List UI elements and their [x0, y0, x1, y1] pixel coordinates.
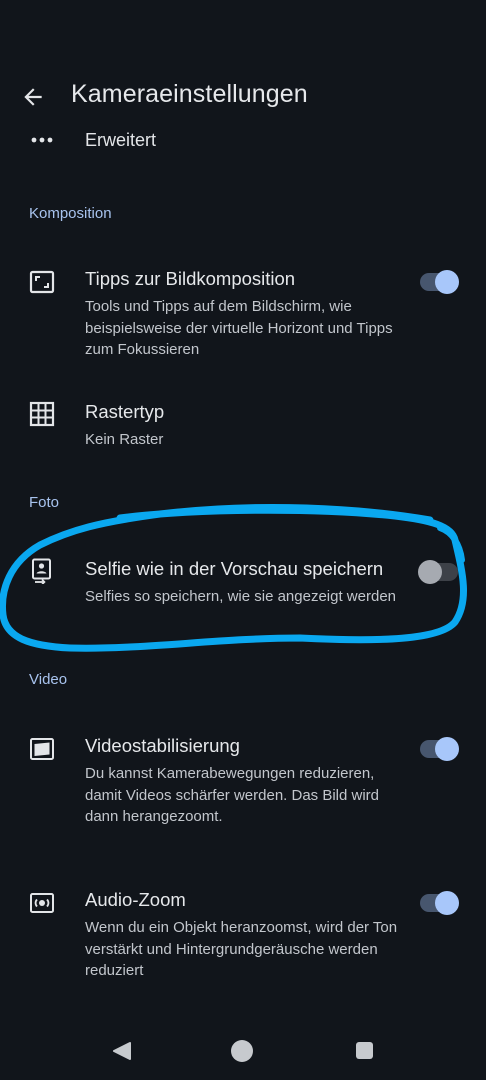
setting-title: Tipps zur Bildkomposition [85, 268, 296, 289]
app-bar: Kameraeinstellungen [0, 0, 486, 130]
setting-grid-type[interactable]: Rastertyp Kein Raster [0, 401, 486, 456]
selfie-preview-toggle[interactable] [418, 560, 458, 584]
setting-title: Selfie wie in der Vorschau speichern [85, 558, 384, 579]
composition-tips-toggle[interactable] [420, 270, 459, 294]
stabilization-icon [30, 738, 54, 760]
toggle-knob [435, 270, 459, 294]
selfie-portrait-icon [32, 558, 51, 584]
nav-home-icon[interactable] [231, 1040, 253, 1062]
setting-title: Audio-Zoom [85, 889, 186, 910]
setting-value: Kein Raster [85, 431, 164, 448]
setting-video-stabilization[interactable]: Videostabilisierung Du kannst Kamerabewe… [0, 735, 486, 850]
frame-corners-icon [29, 270, 55, 294]
nav-back-icon[interactable] [112, 1041, 132, 1061]
setting-description: Wenn du ein Objekt heranzoomst, wird der… [85, 919, 398, 979]
system-navigation-bar [0, 1010, 486, 1080]
setting-selfie-preview[interactable]: Selfie wie in der Vorschau speichern Sel… [0, 558, 486, 630]
video-stabilization-toggle[interactable] [420, 737, 459, 761]
audio-zoom-toggle[interactable] [420, 891, 459, 915]
section-header-composition: Komposition [29, 205, 112, 222]
section-header-video: Video [29, 671, 68, 688]
section-header-photo: Foto [29, 494, 60, 511]
audio-zoom-icon [30, 893, 54, 913]
page-title: Kameraeinstellungen [71, 80, 308, 108]
toggle-knob [418, 560, 442, 584]
grid-icon [29, 401, 55, 427]
back-arrow-icon[interactable] [20, 84, 46, 110]
setting-title: Rastertyp [85, 401, 165, 422]
setting-description: Du kannst Kamerabewegungen reduzieren, d… [85, 765, 380, 825]
toggle-knob [435, 737, 459, 761]
setting-description: Tools und Tipps auf dem Bildschirm, wie … [85, 298, 393, 358]
setting-title: Videostabilisierung [85, 735, 240, 756]
toggle-knob [435, 891, 459, 915]
setting-composition-tips[interactable]: Tipps zur Bildkomposition Tools und Tipp… [0, 268, 486, 360]
settings-item-label: Erweitert [85, 130, 157, 150]
nav-recents-icon[interactable] [356, 1042, 373, 1059]
setting-description: Selfies so speichern, wie sie angezeigt … [85, 588, 397, 605]
more-dots-icon [31, 137, 53, 143]
setting-audio-zoom[interactable]: Audio-Zoom Wenn du ein Objekt heranzooms… [0, 889, 486, 984]
